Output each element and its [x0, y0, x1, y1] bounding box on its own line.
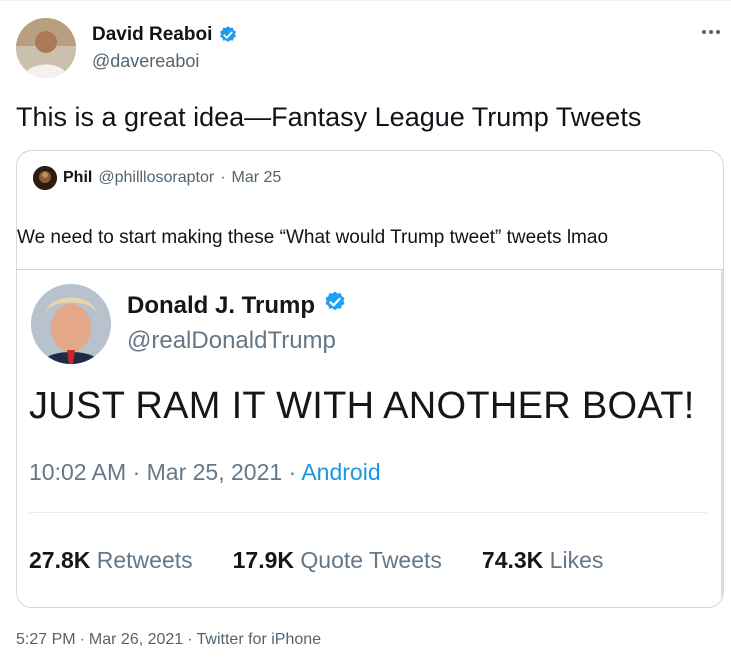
tweet-text: This is a great idea—Fantasy League Trum… [16, 102, 642, 132]
quoted-tweet[interactable]: Phil @philllosoraptor · Mar 25 We need t… [16, 150, 724, 608]
screenshot-source: Android [301, 459, 381, 485]
screenshot-separator: · [288, 459, 302, 485]
screenshot-author-name-text: Donald J. Trump [127, 291, 316, 319]
verified-badge-icon [218, 25, 238, 45]
author-name[interactable]: David Reaboi [92, 24, 238, 46]
screenshot-divider [29, 512, 707, 513]
stat-quote-tweets: 17.9K Quote Tweets [232, 547, 442, 573]
top-divider [0, 0, 731, 1]
screenshot-separator: · [132, 459, 147, 485]
quoted-separator: · [220, 169, 226, 186]
screenshot-frame-edge [721, 270, 723, 607]
screenshot-avatar [31, 284, 111, 364]
footer-separator: · [187, 631, 193, 648]
quoted-tweet-text: We need to start making these “What woul… [17, 227, 609, 248]
quoted-author-name[interactable]: Phil [63, 167, 92, 189]
screenshot-time: 10:02 AM [29, 459, 127, 485]
quoted-date[interactable]: Mar 25 [232, 167, 282, 189]
author-name-text[interactable]: David Reaboi [92, 24, 212, 46]
stat-retweets: 27.8K Retweets [29, 547, 193, 573]
tweet-date[interactable]: Mar 26, 2021 [89, 631, 183, 648]
tweet-source[interactable]: Twitter for iPhone [197, 631, 322, 648]
tweet-time[interactable]: 5:27 PM [16, 631, 76, 648]
screenshot-stats: 27.8K Retweets 17.9K Quote Tweets 74.3K … [29, 546, 603, 574]
stat-likes: 74.3K Likes [481, 547, 604, 573]
screenshot-tweet-text: JUST RAM IT WITH ANOTHER BOAT! [29, 385, 695, 427]
more-options-button[interactable] [696, 18, 726, 44]
author-avatar[interactable] [16, 18, 76, 78]
quoted-author-handle[interactable]: @philllosoraptor [98, 167, 214, 189]
screenshot-date: Mar 25, 2021 [146, 459, 283, 485]
screenshot-author-handle: @realDonaldTrump [127, 327, 336, 354]
tweet-screenshot-image[interactable]: Donald J. Trump @realDonaldTrump JUST RA… [17, 269, 723, 607]
tweet-footer-meta: 5:27 PM · Mar 26, 2021 · Twitter for iPhone [16, 630, 321, 650]
screenshot-author-name: Donald J. Trump [127, 290, 347, 321]
screenshot-tweet-meta: 10:02 AM · Mar 25, 2021 · Android [29, 458, 381, 486]
more-options-icon [701, 22, 721, 40]
quoted-author-avatar[interactable] [33, 166, 57, 190]
author-handle[interactable]: @davereaboi [92, 50, 199, 72]
quoted-tweet-header: Phil @philllosoraptor · Mar 25 [33, 166, 281, 190]
footer-separator: · [79, 631, 85, 648]
screenshot-verified-badge-icon [323, 290, 347, 321]
